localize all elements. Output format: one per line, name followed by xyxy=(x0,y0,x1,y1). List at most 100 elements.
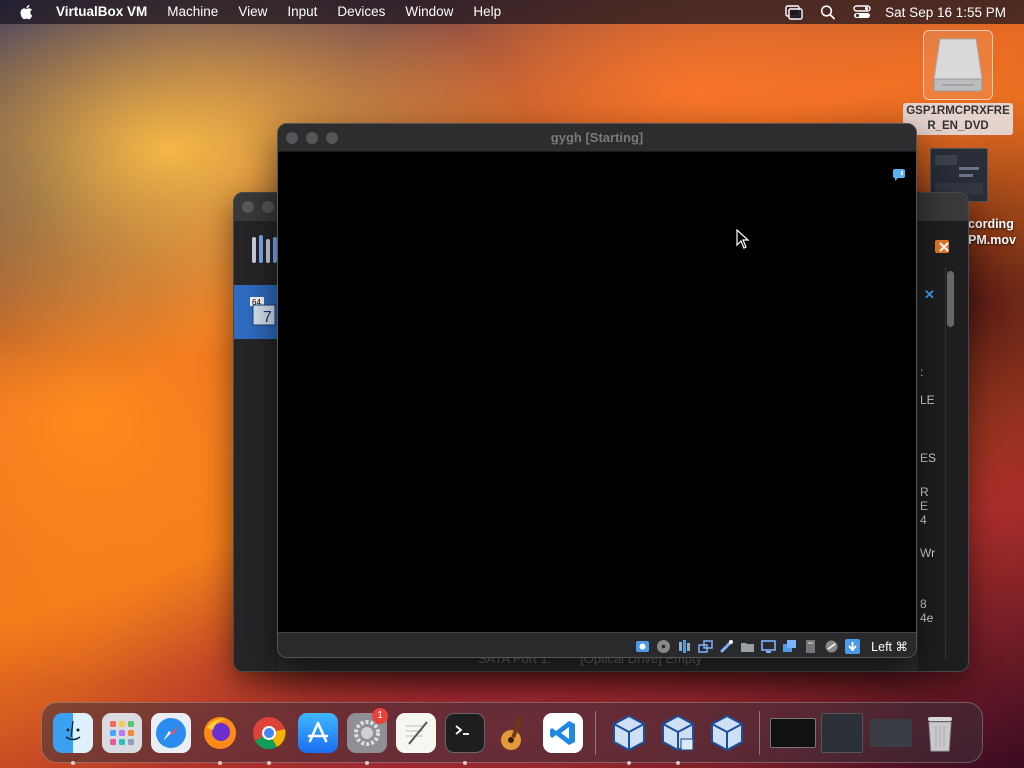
minimize-icon[interactable] xyxy=(262,201,274,213)
menu-bar: VirtualBox VM Machine View Input Devices… xyxy=(0,0,1024,24)
app-store-icon xyxy=(298,712,338,753)
details-fragment: 4 xyxy=(920,513,927,527)
dock-virtualbox[interactable] xyxy=(604,708,654,765)
virtualbox-icon xyxy=(609,713,649,753)
vm-window-title: gygh [Starting] xyxy=(550,130,644,145)
details-fragment: : xyxy=(920,365,924,379)
vm-display[interactable] xyxy=(278,152,916,632)
desktop-dvd-volume[interactable]: GSP1RMCPRXFRE R_EN_DVD xyxy=(900,30,1016,135)
firefox-icon xyxy=(200,713,240,753)
menu-bar-clock[interactable]: Sat Sep 16 1:55 PM xyxy=(879,5,1024,20)
vm-status-bar: Left ⌘ xyxy=(278,632,916,657)
optical-disk-icon[interactable] xyxy=(655,638,672,655)
vscode-icon xyxy=(543,712,583,753)
menu-window[interactable]: Window xyxy=(395,0,463,24)
menu-app-name[interactable]: VirtualBox VM xyxy=(50,0,157,24)
window-thumbnail-icon xyxy=(770,717,816,748)
display-icon[interactable] xyxy=(760,638,777,655)
safari-icon xyxy=(151,712,191,753)
dock-trash[interactable] xyxy=(915,708,965,758)
svg-text:7: 7 xyxy=(263,309,272,326)
running-indicator xyxy=(676,760,680,765)
virtualbox-vm-icon xyxy=(658,713,698,753)
finder-icon xyxy=(53,712,93,753)
spotlight-search-icon[interactable] xyxy=(819,4,837,20)
dock-terminal[interactable] xyxy=(440,708,490,765)
menu-devices[interactable]: Devices xyxy=(327,0,395,24)
details-fragment: ES xyxy=(920,451,937,465)
shared-folders-icon[interactable] xyxy=(739,638,756,655)
tool-action-icon[interactable] xyxy=(934,237,952,255)
notification-icon[interactable] xyxy=(892,168,906,182)
guitar-icon xyxy=(494,713,534,753)
menu-bar-status-area: Sat Sep 16 1:55 PM xyxy=(777,0,1024,24)
dock-textedit[interactable] xyxy=(391,708,441,758)
dock-minimized-window-2[interactable] xyxy=(817,708,867,758)
menu-input[interactable]: Input xyxy=(277,0,327,24)
menu-machine[interactable]: Machine xyxy=(157,0,228,24)
video-capture-icon[interactable] xyxy=(781,638,798,655)
dock-vscode[interactable] xyxy=(538,708,588,758)
menu-view[interactable]: View xyxy=(228,0,277,24)
notification-badge: 1 xyxy=(372,707,388,724)
close-icon[interactable] xyxy=(242,201,254,213)
running-indicator xyxy=(627,760,631,765)
dock-minimized-window-1[interactable] xyxy=(768,708,818,758)
dvd-volume-label: GSP1RMCPRXFRE R_EN_DVD xyxy=(903,103,1013,135)
control-center-icon[interactable] xyxy=(853,4,871,20)
dock-separator xyxy=(595,710,596,755)
optical-drive-icon xyxy=(923,30,993,100)
details-fragment: E xyxy=(920,499,929,513)
audio-icon[interactable] xyxy=(676,638,693,655)
dock-minimized-window-3[interactable] xyxy=(866,708,916,758)
dock-separator xyxy=(759,710,760,755)
vm-window-titlebar[interactable]: gygh [Starting] xyxy=(278,124,916,152)
virtualbox-icon xyxy=(707,713,747,753)
dock-garageband[interactable] xyxy=(489,708,539,758)
dock-app-store[interactable] xyxy=(293,708,343,758)
running-indicator xyxy=(267,760,271,765)
dock-system-settings[interactable]: 1 xyxy=(342,707,392,765)
screen-mirroring-icon[interactable] xyxy=(785,4,803,20)
host-key-indicator[interactable]: Left ⌘ xyxy=(871,639,908,654)
trash-icon xyxy=(920,713,960,753)
running-indicator xyxy=(218,760,222,765)
details-fragment: 4e xyxy=(920,611,934,625)
details-fragment: 8 xyxy=(920,597,927,611)
chrome-icon xyxy=(249,713,289,753)
mouse-integration-icon[interactable] xyxy=(823,638,840,655)
dock-safari[interactable] xyxy=(146,708,196,758)
window-thumbnail-icon xyxy=(870,718,912,747)
details-fragment: Wr xyxy=(920,546,936,560)
dock-firefox[interactable] xyxy=(195,708,245,765)
windows-64bit-os-icon: 64 7 xyxy=(250,297,276,326)
close-panel-icon[interactable]: ✕ xyxy=(924,287,935,303)
running-indicator xyxy=(463,760,467,765)
dock-launchpad[interactable] xyxy=(97,708,147,758)
apple-menu-icon[interactable] xyxy=(18,3,36,21)
usb-icon[interactable] xyxy=(718,638,735,655)
mouse-pointer-icon xyxy=(736,229,750,249)
tools-icon[interactable] xyxy=(250,233,278,267)
details-fragment: LE xyxy=(920,393,935,407)
textedit-icon xyxy=(396,712,436,753)
window-thumbnail-icon xyxy=(821,712,863,753)
recording-file-label: cording PM.mov xyxy=(968,217,1016,247)
hard-disk-icon[interactable] xyxy=(634,638,651,655)
running-indicator xyxy=(365,760,369,765)
keyboard-capture-icon[interactable] xyxy=(844,638,861,655)
details-scrollbar-thumb[interactable] xyxy=(947,271,954,327)
menu-help[interactable]: Help xyxy=(463,0,511,24)
dock-chrome[interactable] xyxy=(244,708,294,765)
dock: 1 xyxy=(41,702,983,765)
cpu-indicator-icon[interactable] xyxy=(802,638,819,655)
vm-window[interactable]: gygh [Starting] Left ⌘ xyxy=(277,123,917,658)
terminal-icon xyxy=(445,712,485,753)
dock-finder[interactable] xyxy=(48,708,98,765)
running-indicator xyxy=(71,760,75,765)
network-icon[interactable] xyxy=(697,638,714,655)
details-fragment: R xyxy=(920,485,929,499)
dock-virtualbox-vm[interactable] xyxy=(653,708,703,765)
dock-virtualbox-2[interactable] xyxy=(702,708,752,758)
launchpad-icon xyxy=(102,712,142,753)
